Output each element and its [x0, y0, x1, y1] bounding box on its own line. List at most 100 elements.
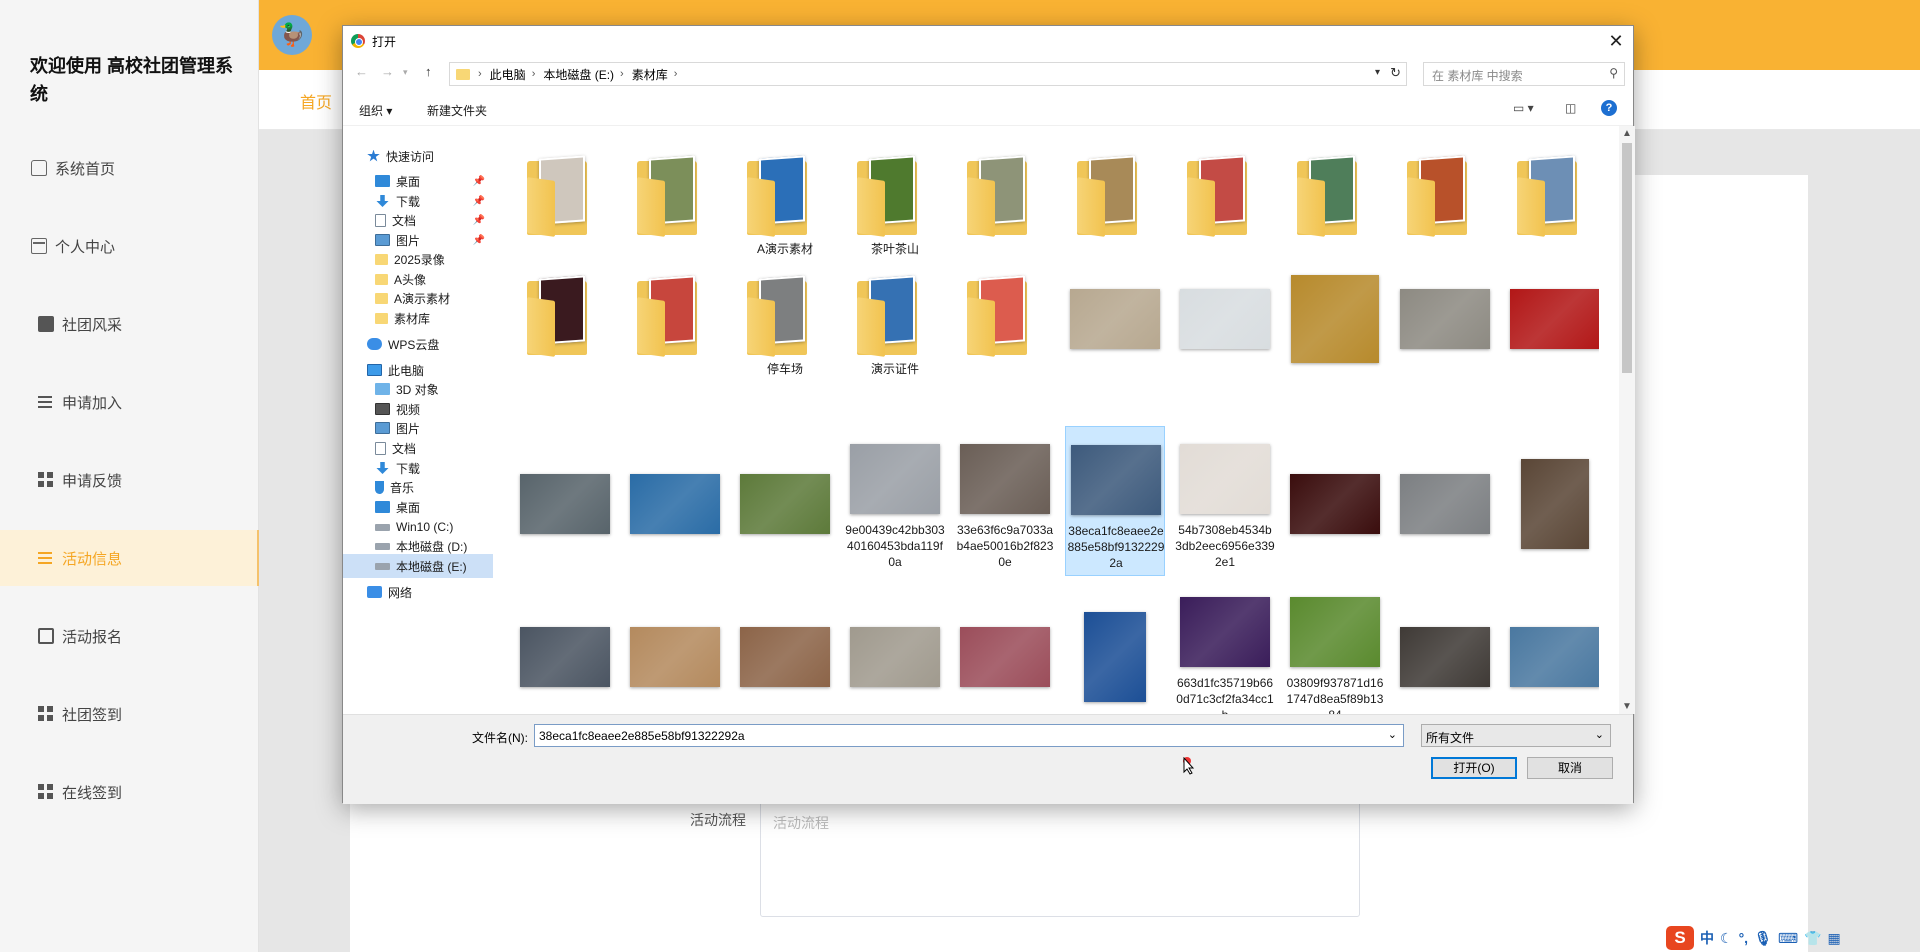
image-file-item[interactable] — [735, 579, 835, 726]
sidebar-item[interactable]: 社团签到 — [0, 686, 259, 742]
breadcrumb-item[interactable]: 本地磁盘 (E:) — [543, 66, 614, 83]
help-icon[interactable]: ? — [1601, 100, 1617, 116]
nav-item[interactable]: 快速访问 — [343, 144, 493, 168]
image-file-item[interactable]: 663d1fc35719b660d71c3cf2fa34cc1b — [1175, 579, 1275, 726]
duck-logo-icon[interactable]: 🦆 — [272, 15, 312, 55]
folder-item[interactable] — [515, 271, 615, 389]
folder-item[interactable] — [1175, 151, 1275, 269]
folder-item[interactable] — [515, 151, 615, 269]
image-file-item[interactable] — [1395, 426, 1495, 576]
recent-locations-icon[interactable]: ▾ — [403, 67, 408, 78]
folder-item[interactable] — [1395, 151, 1495, 269]
image-file-item[interactable]: 9e00439c42bb30340160453bda119f0a — [845, 426, 945, 576]
dialog-titlebar[interactable]: 打开 ✕ — [343, 26, 1633, 56]
skin-icon[interactable]: 👕 — [1804, 930, 1821, 947]
search-input[interactable]: 在 素材库 中搜索 ⚲ — [1423, 62, 1625, 86]
sidebar-item[interactable]: 系统首页 — [0, 140, 259, 196]
close-button[interactable]: ✕ — [1599, 26, 1633, 56]
image-file-item[interactable]: 03809f937871d161747d8ea5f89b1384 — [1285, 579, 1385, 726]
tools-icon[interactable]: ▦ — [1828, 930, 1841, 947]
chevron-down-icon[interactable]: ⌄ — [1595, 728, 1604, 741]
chevron-right-icon[interactable]: › — [674, 68, 678, 80]
vertical-scrollbar[interactable]: ▲ ▼ — [1619, 126, 1635, 714]
cancel-button[interactable]: 取消 — [1527, 757, 1613, 779]
image-file-item[interactable] — [1395, 271, 1495, 389]
image-file-item[interactable]: 33e63f6c9a7033ab4ae50016b2f8230e — [955, 426, 1055, 576]
nav-item[interactable]: 网络 — [343, 580, 493, 604]
pin-icon[interactable]: 📌 — [473, 215, 485, 226]
filetype-select[interactable]: 所有文件 ⌄ — [1421, 724, 1611, 747]
address-bar[interactable]: › 此电脑 › 本地磁盘 (E:) › 素材库 › ▾ ↻ — [449, 62, 1407, 86]
folder-item[interactable]: 停车场 — [735, 271, 835, 389]
image-file-item[interactable] — [515, 579, 615, 726]
folder-item[interactable] — [955, 271, 1055, 389]
activity-process-textarea[interactable]: 活动流程 — [760, 800, 1360, 917]
folder-item[interactable] — [625, 151, 725, 269]
chevron-down-icon[interactable]: ▾ — [1375, 67, 1380, 78]
image-file-item[interactable]: 38eca1fc8eaee2e885e58bf91322292a — [1065, 426, 1165, 576]
ime-mode-indicator[interactable]: 中 — [1700, 928, 1714, 948]
breadcrumb-item[interactable]: 此电脑 — [490, 66, 526, 83]
folder-item[interactable]: 演示证件 — [845, 271, 945, 389]
sidebar-item[interactable]: 活动报名 — [0, 608, 259, 664]
image-file-item[interactable] — [1505, 426, 1599, 576]
tab-home[interactable]: 首页 — [300, 89, 332, 113]
search-icon[interactable]: ⚲ — [1609, 66, 1618, 80]
image-file-item[interactable] — [515, 426, 615, 576]
chevron-down-icon[interactable]: ⌄ — [1388, 728, 1397, 741]
pin-icon[interactable]: 📌 — [473, 176, 485, 187]
nav-item[interactable]: 素材库 — [343, 306, 493, 330]
sidebar-item[interactable]: 社团风采 — [0, 296, 259, 352]
image-file-item[interactable] — [1285, 271, 1385, 389]
image-file-item[interactable] — [625, 426, 725, 576]
sidebar-item[interactable]: 申请反馈 — [0, 452, 259, 508]
new-folder-button[interactable]: 新建文件夹 — [427, 102, 487, 119]
chevron-right-icon[interactable]: › — [478, 68, 482, 80]
microphone-icon[interactable]: 🎙 — [1754, 930, 1772, 947]
folder-item[interactable]: A演示素材 — [735, 151, 835, 269]
ime-toolbar[interactable]: S 中 ☾ °, 🎙 ⌨ 👕 ▦ — [1666, 924, 1920, 952]
scroll-down-icon[interactable]: ▼ — [1622, 701, 1632, 712]
organize-menu-button[interactable]: 组织 ▾ — [359, 102, 392, 119]
sidebar-item[interactable]: 个人中心 — [0, 218, 259, 274]
up-arrow-icon[interactable]: ↑ — [425, 64, 432, 79]
image-file-item[interactable] — [1505, 579, 1599, 726]
image-file-item[interactable] — [1065, 579, 1165, 726]
open-button[interactable]: 打开(O) — [1431, 757, 1517, 779]
chevron-right-icon[interactable]: › — [620, 68, 624, 80]
scrollbar-thumb[interactable] — [1622, 143, 1632, 373]
image-file-item[interactable] — [1505, 271, 1599, 389]
chevron-right-icon[interactable]: › — [532, 68, 536, 80]
folder-item[interactable] — [1065, 151, 1165, 269]
forward-arrow-icon[interactable]: → — [381, 64, 394, 79]
folder-item[interactable] — [1285, 151, 1385, 269]
folder-item[interactable] — [955, 151, 1055, 269]
back-arrow-icon[interactable]: ← — [355, 64, 368, 79]
nav-item[interactable]: 本地磁盘 (E:) — [343, 554, 493, 578]
moon-icon[interactable]: ☾ — [1720, 930, 1733, 947]
breadcrumb-item[interactable]: 素材库 — [632, 66, 668, 83]
sidebar-item[interactable]: 在线签到 — [0, 764, 259, 820]
pin-icon[interactable]: 📌 — [473, 196, 485, 207]
keyboard-icon[interactable]: ⌨ — [1778, 930, 1798, 947]
sogou-ime-icon[interactable]: S — [1666, 926, 1694, 950]
image-file-item[interactable] — [1395, 579, 1495, 726]
sidebar-item[interactable]: 申请加入 — [0, 374, 259, 430]
image-file-item[interactable] — [735, 426, 835, 576]
image-file-item[interactable] — [955, 579, 1055, 726]
sidebar-item[interactable]: 活动信息 — [0, 530, 259, 586]
nav-item[interactable]: WPS云盘 — [343, 332, 493, 356]
image-file-item[interactable] — [1175, 271, 1275, 389]
pin-icon[interactable]: 📌 — [473, 235, 485, 246]
image-file-item[interactable] — [1285, 426, 1385, 576]
image-file-item[interactable] — [625, 579, 725, 726]
folder-item[interactable] — [1505, 151, 1599, 269]
image-file-item[interactable] — [1065, 271, 1165, 389]
punctuation-icon[interactable]: °, — [1739, 930, 1749, 946]
folder-item[interactable] — [625, 271, 725, 389]
scroll-up-icon[interactable]: ▲ — [1622, 128, 1632, 139]
image-file-item[interactable] — [845, 579, 945, 726]
refresh-icon[interactable]: ↻ — [1390, 65, 1401, 81]
filename-input[interactable]: 38eca1fc8eaee2e885e58bf91322292a ⌄ — [534, 724, 1404, 747]
image-file-item[interactable]: 54b7308eb4534b3db2eec6956e3392e1 — [1175, 426, 1275, 576]
